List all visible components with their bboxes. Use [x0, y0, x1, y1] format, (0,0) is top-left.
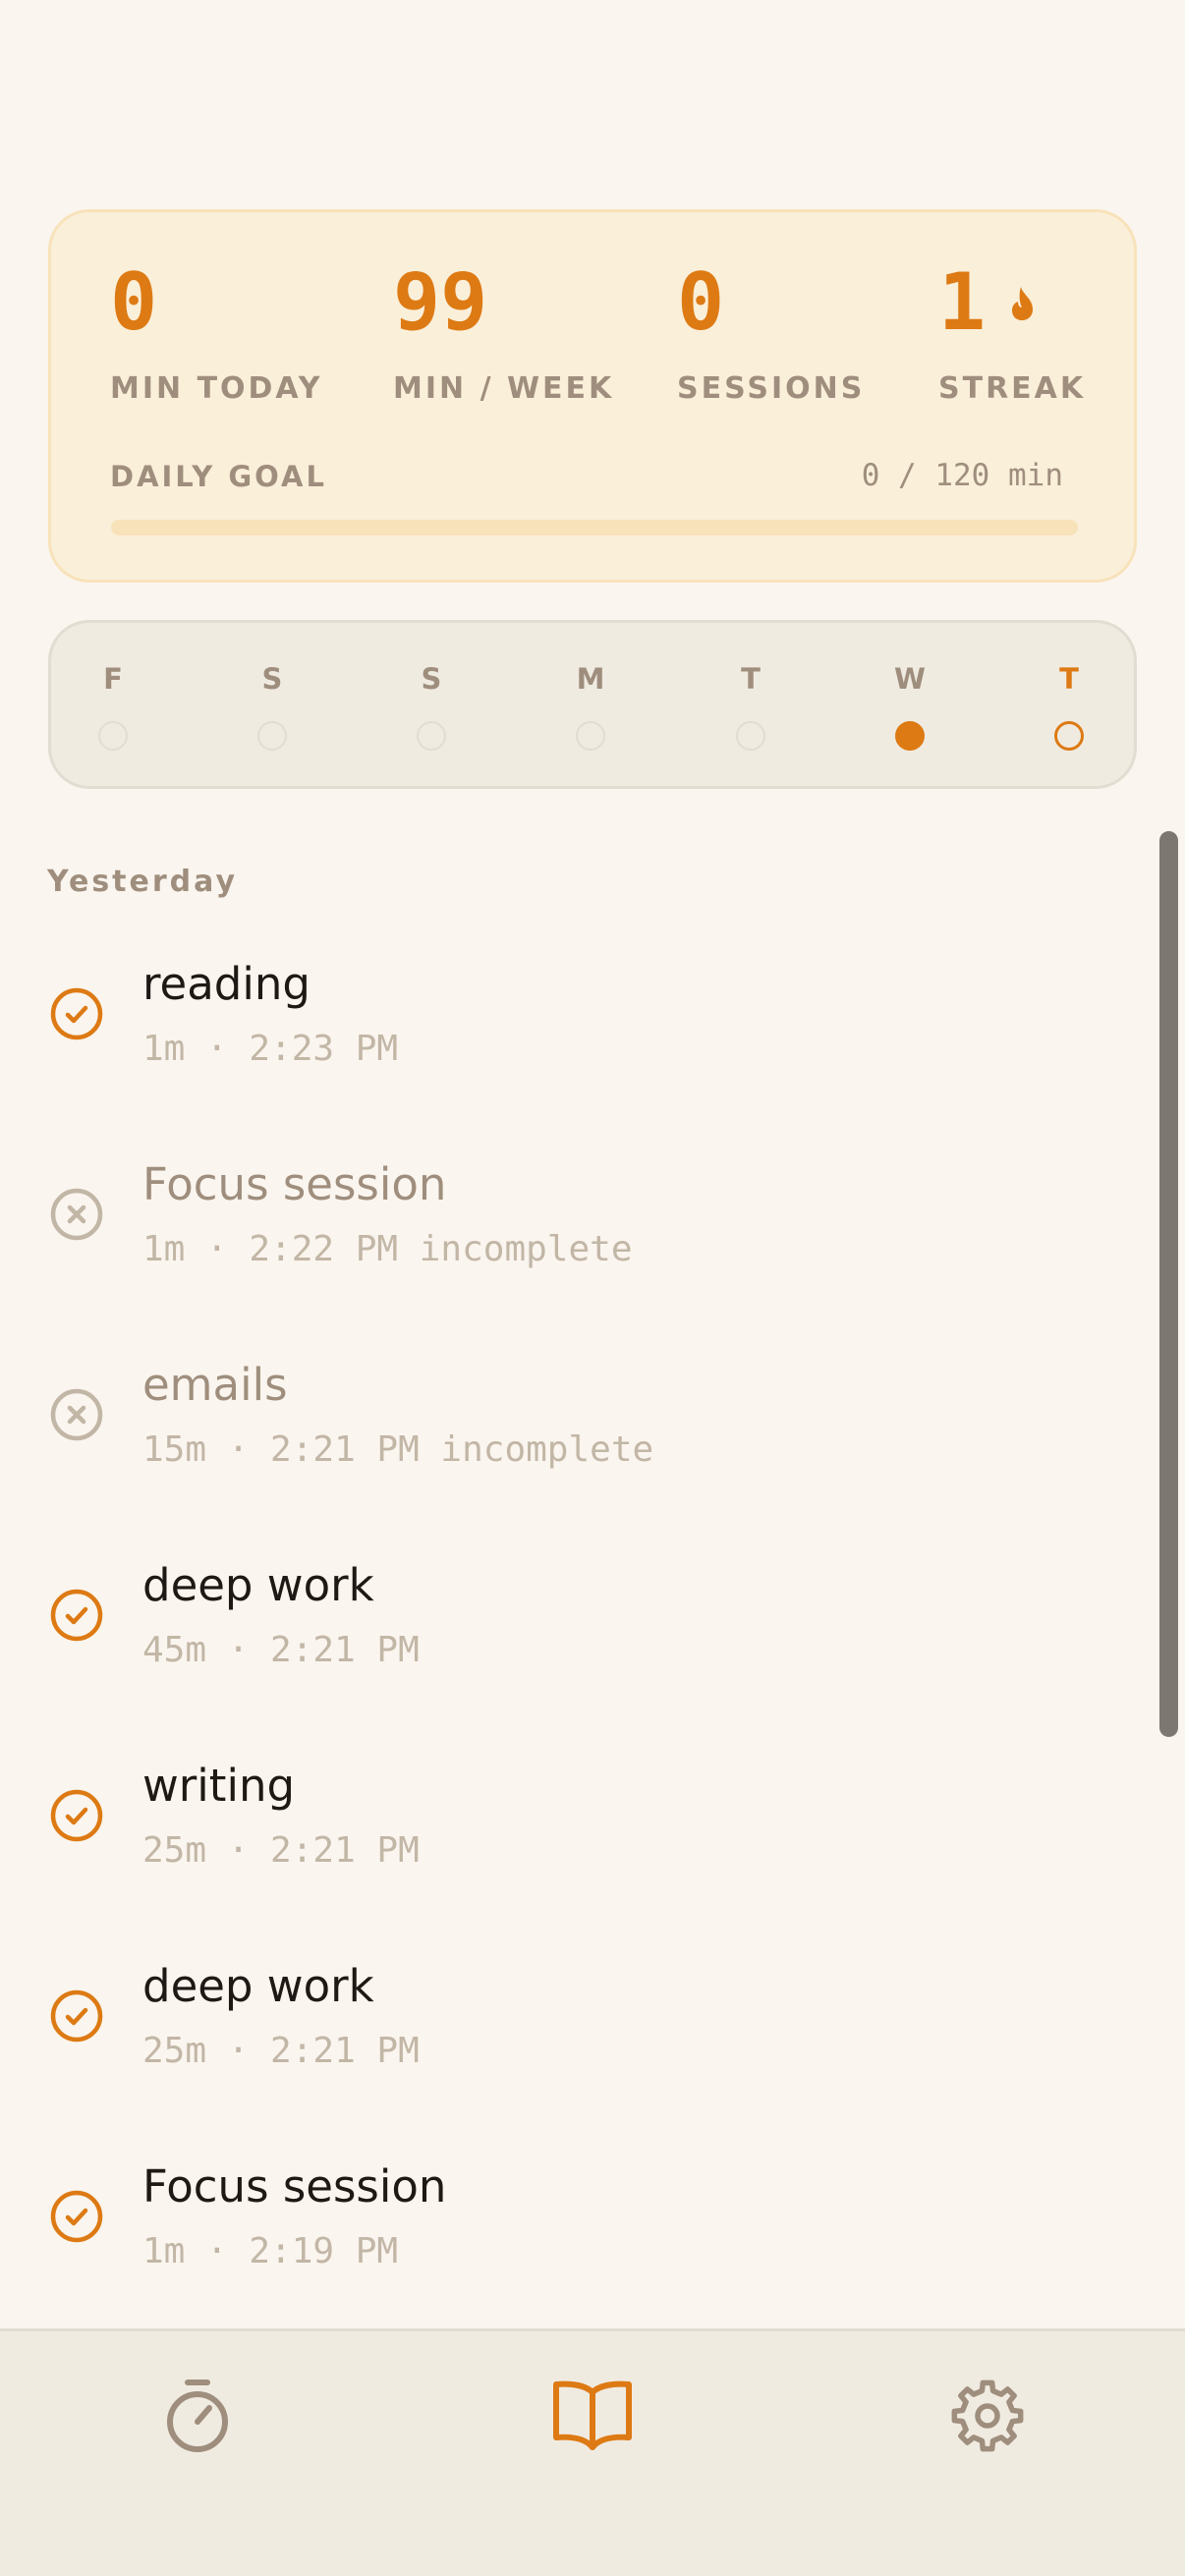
check-circle-icon — [50, 987, 103, 1040]
flame-icon — [1012, 287, 1034, 320]
week-day-dot — [1054, 721, 1084, 751]
session-title: deep work — [142, 1960, 374, 2012]
session-meta: 1m · 2:19 PM — [142, 2231, 399, 2271]
sessions-label: SESSIONS — [677, 371, 866, 406]
session-title: Focus session — [142, 1158, 447, 1210]
week-day-1: S — [233, 662, 311, 751]
check-circle-icon — [50, 1989, 103, 2043]
sessions-value: 0 — [677, 256, 725, 348]
check-circle-icon — [50, 2190, 103, 2243]
session-meta: 45m · 2:21 PM — [142, 1630, 420, 1670]
min-today-value: 0 — [110, 256, 158, 348]
list-item[interactable]: emails 15m · 2:21 PM incomplete — [0, 1339, 1130, 1540]
nav-history-button[interactable] — [543, 2367, 642, 2465]
daily-goal-value: 0 / 120 min — [861, 458, 1063, 493]
week-day-letter: S — [261, 662, 283, 696]
week-day-dot — [895, 721, 925, 751]
week-day-dot — [98, 721, 128, 751]
week-day-letter: T — [1059, 662, 1079, 696]
session-title: writing — [142, 1760, 296, 1812]
x-circle-icon — [50, 1188, 103, 1241]
week-day-dot — [576, 721, 605, 751]
week-day-letter: M — [576, 662, 605, 696]
scrollbar[interactable] — [1159, 831, 1178, 1737]
week-day-4: T — [711, 662, 790, 751]
daily-goal-progress-bar — [111, 520, 1078, 535]
week-day-letter: F — [103, 662, 123, 696]
week-day-dot — [736, 721, 765, 751]
gear-icon — [951, 2380, 1024, 2452]
session-title: deep work — [142, 1559, 374, 1611]
session-title: reading — [142, 958, 310, 1010]
session-meta: 15m · 2:21 PM incomplete — [142, 1429, 654, 1470]
streak-label: STREAK — [938, 371, 1087, 406]
min-week-label: MIN / WEEK — [393, 371, 615, 406]
session-title: Focus session — [142, 2160, 447, 2212]
stat-streak: 1 STREAK — [938, 263, 1087, 407]
session-meta: 25m · 2:21 PM — [142, 2031, 420, 2071]
week-day-letter: S — [421, 662, 442, 696]
list-item[interactable]: writing 25m · 2:21 PM — [0, 1740, 1130, 1940]
stat-min-week: 99 MIN / WEEK — [393, 256, 615, 407]
list-item[interactable]: Focus session 1m · 2:19 PM — [0, 2141, 1130, 2341]
daily-goal-label: DAILY GOAL — [110, 460, 327, 493]
min-week-value: 99 — [393, 256, 488, 348]
week-strip: FSSMTWT — [48, 620, 1137, 789]
section-header-yesterday: Yesterday — [47, 865, 239, 899]
bottom-nav — [0, 2328, 1185, 2576]
session-meta: 1m · 2:22 PM incomplete — [142, 1229, 633, 1269]
week-day-3: M — [551, 662, 630, 751]
stat-min-today: 0 MIN TODAY — [110, 256, 323, 407]
session-meta: 25m · 2:21 PM — [142, 1830, 420, 1871]
week-day-6: T — [1030, 662, 1108, 751]
min-today-label: MIN TODAY — [110, 371, 323, 406]
nav-timer-button[interactable] — [148, 2367, 247, 2465]
week-day-dot — [257, 721, 287, 751]
stats-card: 0 MIN TODAY 99 MIN / WEEK 0 SESSIONS 1 S… — [48, 209, 1137, 583]
session-title: emails — [142, 1359, 288, 1411]
week-day-letter: W — [894, 662, 926, 696]
book-open-icon — [553, 2380, 632, 2450]
nav-settings-button[interactable] — [938, 2367, 1037, 2465]
week-day-0: F — [74, 662, 152, 751]
list-item[interactable]: deep work 45m · 2:21 PM — [0, 1540, 1130, 1740]
list-item[interactable]: reading 1m · 2:23 PM — [0, 938, 1130, 1139]
streak-number: 1 — [938, 263, 1086, 342]
x-circle-icon — [50, 1388, 103, 1441]
week-day-letter: T — [741, 662, 761, 696]
week-day-5: W — [871, 662, 949, 751]
week-day-2: S — [392, 662, 471, 751]
check-circle-icon — [50, 1589, 103, 1642]
stat-sessions: 0 SESSIONS — [677, 256, 866, 407]
list-item[interactable]: deep work 25m · 2:21 PM — [0, 1940, 1130, 2141]
stopwatch-icon — [167, 2380, 228, 2452]
check-circle-icon — [50, 1789, 103, 1842]
streak-value: 1 — [938, 256, 987, 348]
week-day-dot — [417, 721, 446, 751]
list-item[interactable]: Focus session 1m · 2:22 PM incomplete — [0, 1139, 1130, 1339]
session-meta: 1m · 2:23 PM — [142, 1029, 399, 1069]
